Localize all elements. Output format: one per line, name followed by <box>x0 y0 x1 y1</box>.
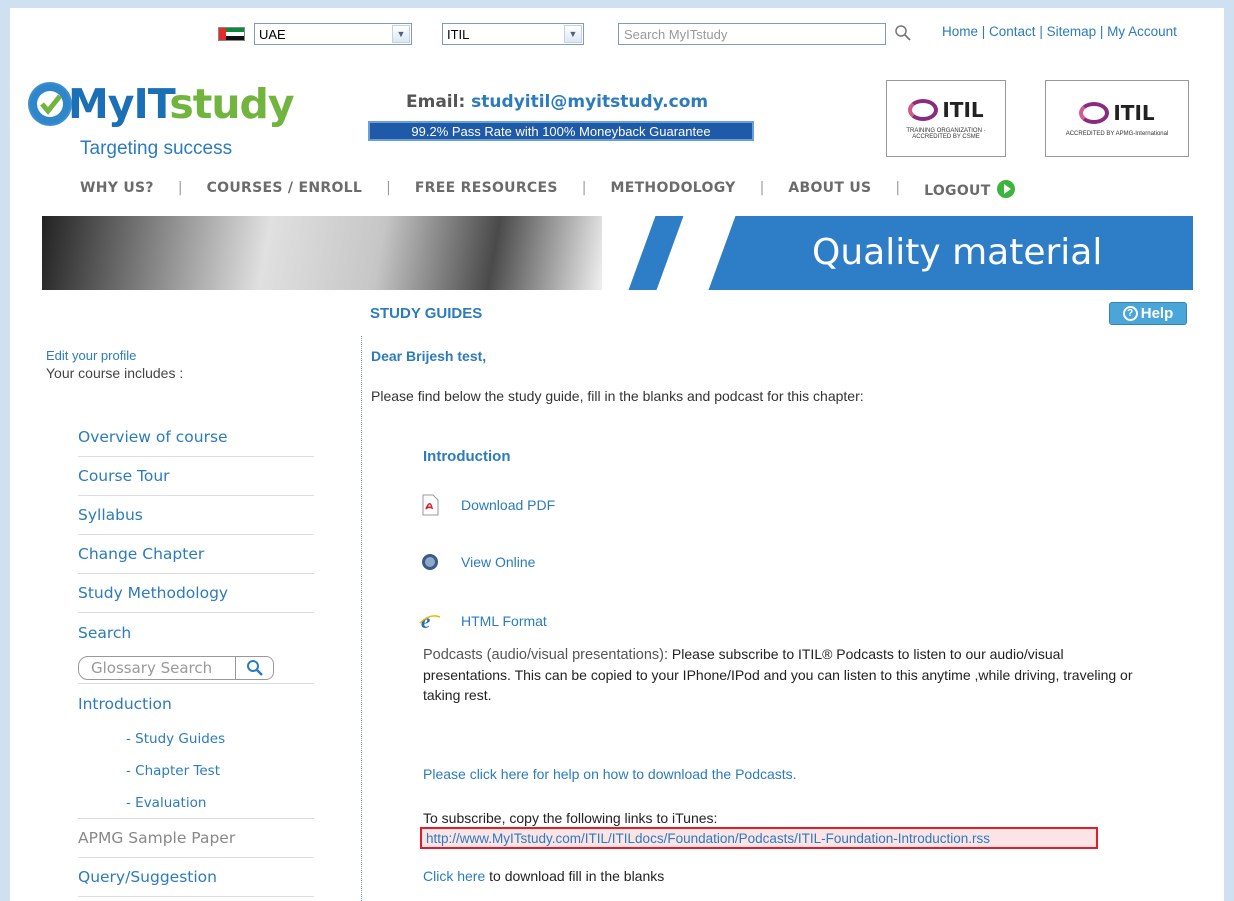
view-online-row: View Online <box>419 551 535 573</box>
glossary-search: Glossary Search <box>78 652 314 684</box>
itil-accreditation-badge: ITIL TRAINING ORGANIZATION · ACCREDITED … <box>886 80 1006 157</box>
search-icon <box>246 659 263 676</box>
podcast-help-link[interactable]: Please click here for help on how to dow… <box>423 766 797 782</box>
banner-caption: Quality material <box>812 232 1103 273</box>
chevron-down-icon: ▼ <box>564 25 582 43</box>
intro-text: Please find below the study guide, fill … <box>371 388 864 404</box>
chapter-title: Introduction <box>423 448 511 465</box>
tagline: Targeting success <box>80 138 233 159</box>
logout-label: LOGOUT <box>924 183 991 199</box>
uae-flag-icon <box>218 27 245 41</box>
podcast-lead: Podcasts (audio/visual presentations): <box>423 647 669 663</box>
edit-profile-link[interactable]: Edit your profile <box>46 348 346 363</box>
sidebar-item-overview[interactable]: Overview of course <box>78 418 314 457</box>
course-includes-label: Your course includes : <box>46 365 184 381</box>
course-value: ITIL <box>447 26 470 42</box>
glossary-search-button[interactable] <box>236 655 274 680</box>
download-pdf-link[interactable]: Download PDF <box>461 497 555 513</box>
sidebar: Edit your profile Your course includes :… <box>46 348 346 897</box>
fill-blanks-link[interactable]: Click here <box>423 868 485 884</box>
rss-feed-link[interactable]: http://www.MyITstudy.com/ITIL/ITILdocs/F… <box>420 827 1098 849</box>
fill-blanks-text: to download fill in the blanks <box>485 868 665 884</box>
nav-methodology[interactable]: METHODOLOGY <box>610 180 735 199</box>
banner-photo <box>42 216 602 290</box>
sidebar-item-syllabus[interactable]: Syllabus <box>78 496 314 535</box>
html-format-row: e HTML Format <box>419 610 547 632</box>
fill-blanks-line: Click here to download fill in the blank… <box>423 868 664 884</box>
search-placeholder: Search MyITstudy <box>624 26 728 42</box>
email-address[interactable]: studyitil@myitstudy.com <box>471 92 708 112</box>
logo-my: MyIT <box>68 80 170 128</box>
main-nav: WHY US? | COURSES / ENROLL | FREE RESOURCE… <box>80 180 1015 199</box>
compass-icon <box>419 551 441 573</box>
internet-explorer-icon: e <box>419 610 441 632</box>
sidebar-item-course-tour[interactable]: Course Tour <box>78 457 314 496</box>
greeting: Dear Brijesh test, <box>371 348 487 364</box>
sidebar-item-apmg-sample-paper[interactable]: APMG Sample Paper <box>78 819 314 858</box>
view-online-link[interactable]: View Online <box>461 554 535 570</box>
itil-swirl-icon <box>1079 101 1110 124</box>
hero-banner: Quality material <box>42 216 1193 290</box>
badge1-sub: TRAINING ORGANIZATION · ACCREDITED BY CS… <box>906 127 986 140</box>
sidebar-subitem-evaluation[interactable]: - Evaluation <box>78 787 314 819</box>
country-select[interactable]: UAE ▼ <box>254 23 412 45</box>
badge2-sub: ACCREDITED BY APMG-International <box>1065 130 1169 137</box>
course-select[interactable]: ITIL ▼ <box>442 23 584 45</box>
glossary-search-input[interactable]: Glossary Search <box>78 655 236 680</box>
site-search-input[interactable]: Search MyITstudy <box>618 23 886 45</box>
my-account-link[interactable]: My Account <box>1107 24 1177 39</box>
sitemap-link[interactable]: Sitemap <box>1047 24 1097 39</box>
sidebar-item-study-methodology[interactable]: Study Methodology <box>78 574 314 613</box>
email-label: Email: <box>406 92 472 112</box>
sidebar-item-search[interactable]: Search <box>78 613 314 652</box>
nav-free-resources[interactable]: FREE RESOURCES <box>415 180 558 199</box>
pdf-icon <box>419 494 441 516</box>
main-content: Dear Brijesh test, Please find below the… <box>371 348 1211 884</box>
search-icon[interactable] <box>894 24 912 45</box>
pass-rate-banner: 99.2% Pass Rate with 100% Moneyback Guar… <box>368 121 754 141</box>
nav-why-us[interactable]: WHY US? <box>80 180 154 199</box>
sidebar-item-query-suggestion[interactable]: Query/Suggestion <box>78 858 314 897</box>
badge1-mark: ITIL <box>942 97 984 122</box>
nav-about-us[interactable]: ABOUT US <box>788 180 871 199</box>
section-title: STUDY GUIDES <box>370 305 483 322</box>
itil-swirl-icon <box>908 98 939 121</box>
download-pdf-row: Download PDF <box>419 494 555 516</box>
subscribe-instructions: To subscribe, copy the following links t… <box>423 810 718 826</box>
sidebar-subitem-study-guides[interactable]: - Study Guides <box>78 723 314 755</box>
contact-link[interactable]: Contact <box>989 24 1036 39</box>
help-icon: ? <box>1122 306 1138 321</box>
column-divider <box>361 336 362 901</box>
nav-courses-enroll[interactable]: COURSES / ENROLL <box>207 180 363 199</box>
badge2-mark: ITIL <box>1113 100 1155 125</box>
nav-logout[interactable]: LOGOUT <box>924 180 1015 199</box>
podcast-description: Podcasts (audio/visual presentations): P… <box>423 644 1153 705</box>
country-value: UAE <box>259 26 286 42</box>
contact-email: Email: studyitil@myitstudy.com <box>406 92 708 112</box>
top-links: Home | Contact | Sitemap | My Account <box>942 24 1177 39</box>
sidebar-item-introduction[interactable]: Introduction <box>78 684 314 723</box>
logo[interactable]: MyITstudy <box>68 80 295 128</box>
help-button[interactable]: ? Help <box>1109 302 1187 325</box>
logo-study: study <box>169 80 294 128</box>
sidebar-item-change-chapter[interactable]: Change Chapter <box>78 535 314 574</box>
page: UAE ▼ ITIL ▼ Search MyITstudy Home | Con… <box>10 8 1224 901</box>
sidebar-subitem-chapter-test[interactable]: - Chapter Test <box>78 755 314 787</box>
logo-check-icon <box>28 82 72 126</box>
apmg-accreditation-badge: ITIL ACCREDITED BY APMG-International <box>1045 80 1189 157</box>
course-menu: Overview of course Course Tour Syllabus … <box>78 418 314 897</box>
html-format-link[interactable]: HTML Format <box>461 613 547 629</box>
chevron-down-icon: ▼ <box>392 25 410 43</box>
play-icon <box>996 180 1015 198</box>
home-link[interactable]: Home <box>942 24 978 39</box>
help-label: Help <box>1140 305 1174 322</box>
